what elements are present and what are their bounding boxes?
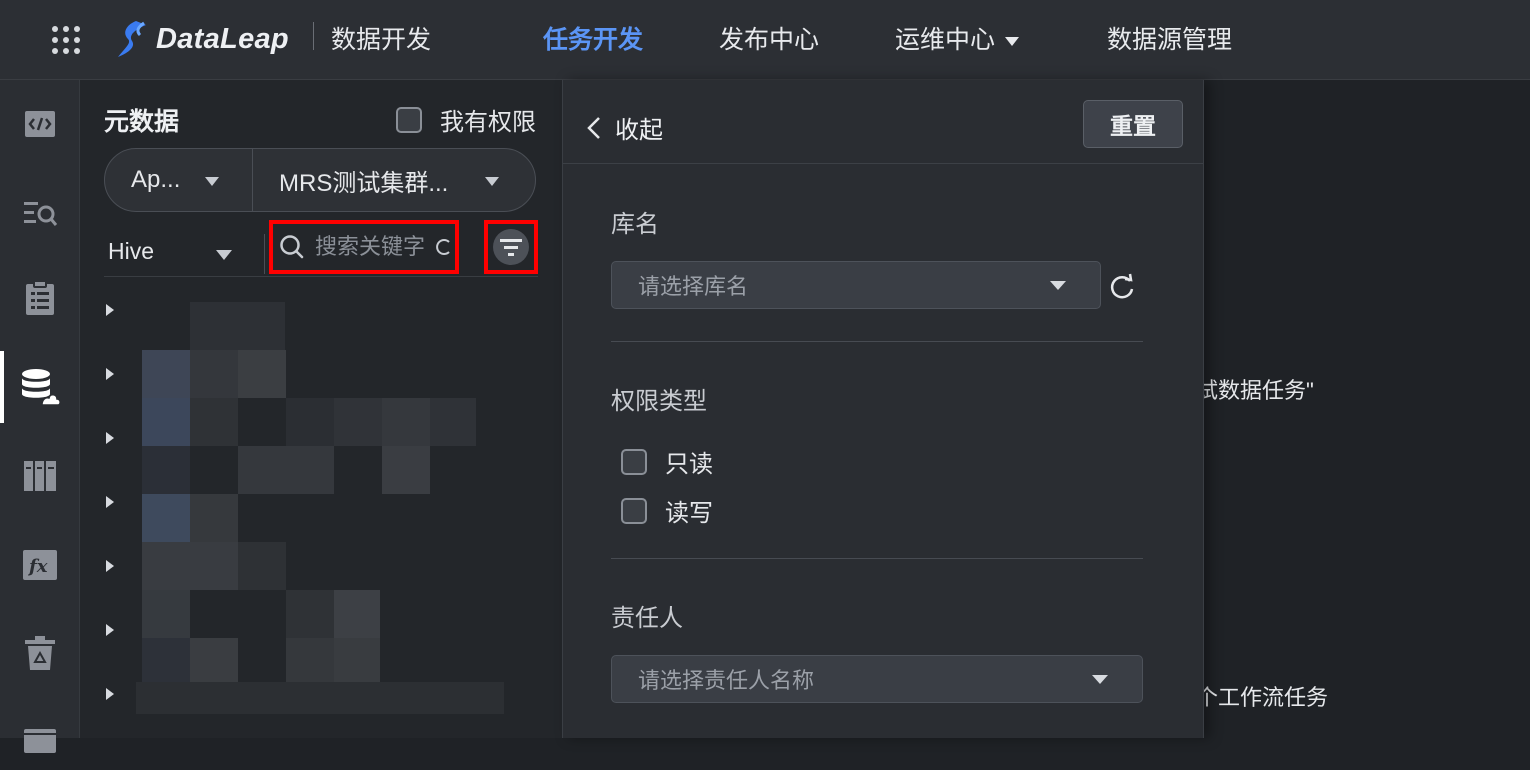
rail-item-columns[interactable] <box>0 444 80 508</box>
top-navigation-bar: DataLeap 数据开发 任务开发 发布中心 运维中心 数据源管理 <box>0 0 1530 80</box>
owner-placeholder: 请选择责任人名称 <box>638 668 815 693</box>
search-box-highlighted <box>269 220 459 274</box>
dataleap-logo[interactable]: DataLeap <box>116 18 289 60</box>
project-select[interactable]: Ap... <box>105 149 253 211</box>
panel-title: 元数据 <box>104 108 180 136</box>
filter-panel-header: 收起 重置 <box>563 80 1203 164</box>
dataleap-logo-mark-icon <box>118 21 146 57</box>
owner-select[interactable]: 请选择责任人名称 <box>611 655 1143 703</box>
checkbox-box[interactable] <box>396 106 422 133</box>
trash-icon <box>25 636 55 670</box>
caret-right-icon[interactable] <box>106 432 114 444</box>
caret-right-icon[interactable] <box>106 368 114 380</box>
nav-datasource-management[interactable]: 数据源管理 <box>1107 20 1232 56</box>
filter-button-highlighted <box>484 220 538 274</box>
filter-button[interactable] <box>493 229 529 265</box>
perm-readwrite-label: 读写 <box>665 500 713 527</box>
chevron-down-icon <box>1092 675 1108 684</box>
metadata-panel: 元数据 我有权限 Ap... MRS测试集群... Hive <box>80 80 562 738</box>
project-cluster-selector: Ap... MRS测试集群... <box>104 148 536 212</box>
db-name-placeholder: 请选择库名 <box>638 274 749 299</box>
my-permission-label: 我有权限 <box>440 109 536 136</box>
nav-ops-center[interactable]: 运维中心 <box>895 20 1020 56</box>
perm-readonly-label: 只读 <box>665 451 713 478</box>
rail-item-tasks[interactable] <box>0 266 80 330</box>
filter-panel: 收起 重置 库名 请选择库名 权限类型 只读 读写 责任人 请选择责任人名称 <box>562 80 1204 738</box>
nav-publish-center[interactable]: 发布中心 <box>719 20 819 56</box>
divider <box>264 234 265 274</box>
chevron-down-icon <box>485 177 499 186</box>
divider <box>611 558 1143 559</box>
loading-spinner-icon <box>436 239 450 255</box>
cluster-select[interactable]: MRS测试集群... <box>253 149 535 211</box>
nav-task-development[interactable]: 任务开发 <box>543 20 643 56</box>
caret-right-icon[interactable] <box>106 560 114 572</box>
rail-item-query[interactable] <box>0 182 80 246</box>
logo-divider <box>313 22 314 50</box>
db-name-select[interactable]: 请选择库名 <box>611 261 1101 309</box>
divider <box>611 341 1143 342</box>
caret-right-icon[interactable] <box>106 496 114 508</box>
nav-ops-center-label: 运维中心 <box>895 26 996 54</box>
refresh-icon[interactable] <box>1107 272 1137 302</box>
search-input[interactable] <box>315 234 435 260</box>
chevron-down-icon[interactable] <box>216 250 232 260</box>
perm-readwrite-checkbox[interactable]: 读写 <box>621 493 713 528</box>
filter-icon <box>500 239 522 256</box>
tree-row[interactable] <box>104 304 544 352</box>
collapse-button[interactable]: 收起 <box>587 110 663 145</box>
owner-label: 责任人 <box>611 605 683 632</box>
cluster-select-value: MRS测试集群... <box>279 169 449 197</box>
svg-text:fx: fx <box>27 556 48 577</box>
database-cloud-icon <box>22 369 60 406</box>
rail-item-recycle-bin[interactable] <box>0 621 80 685</box>
background-text-line: 试数据任务" <box>1196 378 1314 403</box>
left-icon-rail: fx <box>0 80 80 753</box>
caret-right-icon[interactable] <box>106 688 114 700</box>
clipboard-icon <box>26 280 54 315</box>
chevron-left-icon <box>587 116 600 139</box>
chevron-down-icon <box>1050 281 1066 290</box>
perm-readonly-checkbox[interactable]: 只读 <box>621 444 713 479</box>
db-name-label: 库名 <box>611 211 659 238</box>
rail-item-metadata[interactable] <box>0 355 80 419</box>
checkbox-box[interactable] <box>621 448 647 475</box>
search-icon <box>280 235 304 259</box>
columns-icon <box>24 461 56 491</box>
project-select-value: Ap... <box>131 166 181 193</box>
search-filter-row: Hive <box>104 220 538 278</box>
caret-right-icon[interactable] <box>106 304 114 316</box>
reset-button[interactable]: 重置 <box>1083 100 1183 148</box>
background-text-line: 个工作流任务 <box>1196 685 1329 710</box>
logo-text: DataLeap <box>156 22 289 55</box>
function-icon: fx <box>23 550 57 580</box>
rail-item-window[interactable] <box>0 706 80 770</box>
source-type-select[interactable]: Hive <box>108 238 154 265</box>
permission-type-label: 权限类型 <box>611 388 707 415</box>
app-grid-icon[interactable] <box>50 24 82 56</box>
caret-right-icon[interactable] <box>106 624 114 636</box>
chevron-down-icon <box>205 177 219 186</box>
window-icon <box>24 729 56 753</box>
collapse-label: 收起 <box>615 117 663 144</box>
rail-item-code[interactable] <box>0 92 80 156</box>
checkbox-box[interactable] <box>621 497 647 524</box>
divider <box>104 276 538 277</box>
code-icon <box>25 111 55 137</box>
rail-item-functions[interactable]: fx <box>0 533 80 597</box>
chevron-down-icon <box>1005 36 1020 46</box>
search-list-icon <box>24 202 58 226</box>
my-permission-checkbox[interactable]: 我有权限 <box>396 102 536 137</box>
product-name: 数据开发 <box>331 26 432 54</box>
